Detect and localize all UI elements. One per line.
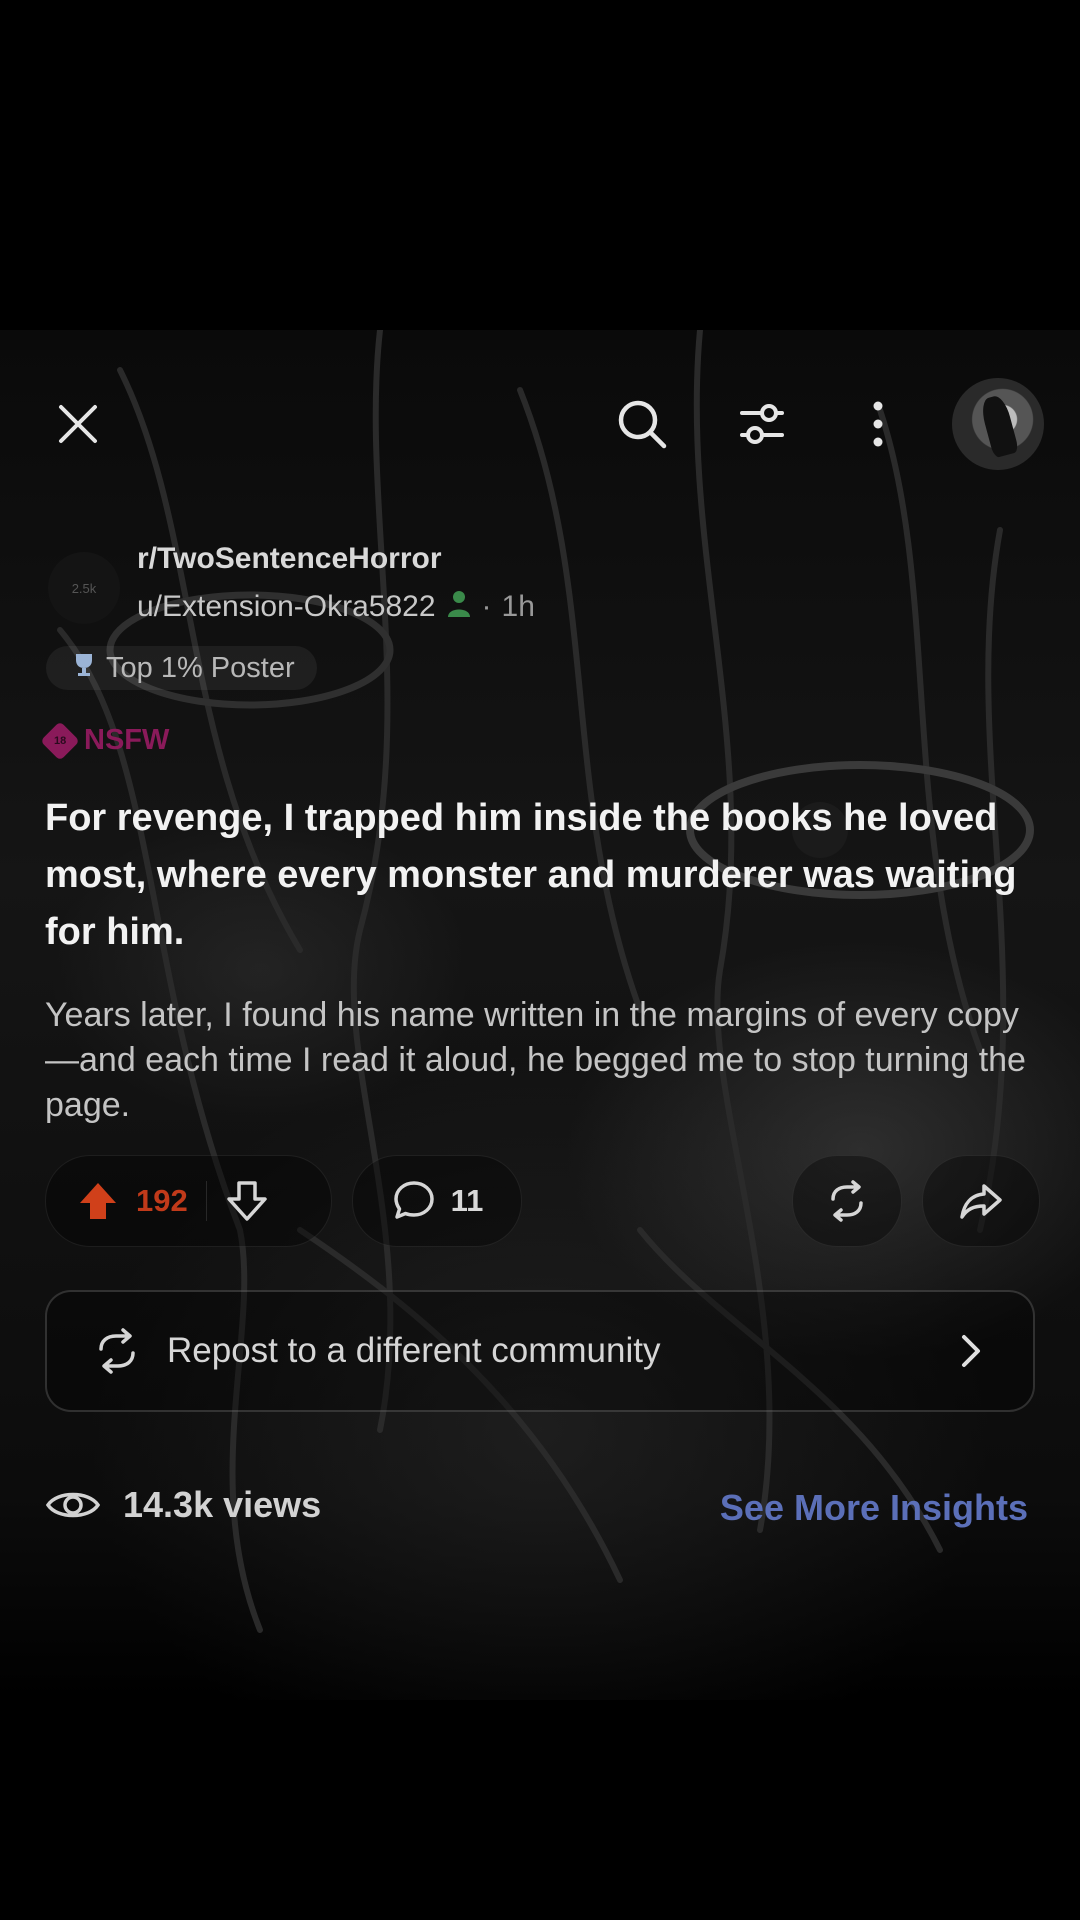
- repost-label: Repost to a different community: [167, 1331, 661, 1370]
- vote-bar: 192: [45, 1155, 332, 1247]
- comments-button[interactable]: 11: [352, 1155, 522, 1247]
- nsfw-icon-text: 18: [53, 734, 67, 747]
- see-more-insights-link[interactable]: See More Insights: [720, 1487, 1028, 1529]
- comment-bubble-icon: [393, 1181, 434, 1219]
- repost-to-community-button[interactable]: Repost to a different community: [45, 1290, 1035, 1412]
- search-icon: [618, 400, 667, 449]
- share-button[interactable]: [922, 1155, 1040, 1247]
- top-toolbar: [0, 380, 1080, 470]
- repost-card-icon: [93, 1327, 141, 1375]
- downvote-button[interactable]: [225, 1179, 269, 1223]
- nsfw-tag: 18 NSFW: [40, 720, 170, 761]
- view-count: 14.3k views: [45, 1484, 321, 1526]
- post-title: For revenge, I trapped him inside the bo…: [45, 797, 1017, 953]
- downvote-arrow-icon: [226, 1181, 267, 1221]
- more-vertical-icon: [873, 401, 883, 447]
- close-button[interactable]: [46, 392, 110, 456]
- subreddit-icon[interactable]: 2.5k: [48, 552, 120, 624]
- sort-button[interactable]: [730, 392, 794, 456]
- vote-count: 192: [136, 1183, 188, 1218]
- more-options-button[interactable]: [846, 392, 910, 456]
- close-icon: [59, 405, 97, 443]
- share-icon: [960, 1184, 1002, 1219]
- vote-divider: [205, 1181, 207, 1221]
- post-body: Years later, I found his name written in…: [45, 996, 1026, 1124]
- subreddit-name[interactable]: r/TwoSentenceHorror: [137, 542, 442, 576]
- online-status-icon: [446, 588, 472, 625]
- nsfw-label: NSFW: [84, 724, 170, 756]
- upvote-button[interactable]: [76, 1179, 120, 1223]
- author-line: u/Extension-Okra5822 · 1h: [137, 588, 535, 625]
- post-age: 1h: [501, 589, 535, 623]
- user-flair-badge: Top 1% Poster: [46, 646, 317, 690]
- comment-count: 11: [450, 1183, 484, 1218]
- chevron-right-icon: [959, 1333, 983, 1369]
- eye-icon: [45, 1492, 101, 1518]
- repost-icon: [831, 1180, 863, 1222]
- meta-separator: ·: [481, 589, 492, 623]
- search-button[interactable]: [610, 392, 674, 456]
- trophy-icon: [70, 650, 98, 686]
- author-name[interactable]: u/Extension-Okra5822: [137, 590, 436, 624]
- crosspost-button[interactable]: [792, 1155, 902, 1247]
- sort-icon: [740, 404, 784, 444]
- flair-label: Top 1% Poster: [106, 651, 295, 684]
- upvote-arrow-icon: [80, 1183, 116, 1219]
- views-label: 14.3k views: [123, 1484, 322, 1525]
- nsfw-icon: 18: [40, 720, 80, 761]
- user-avatar[interactable]: [952, 378, 1044, 470]
